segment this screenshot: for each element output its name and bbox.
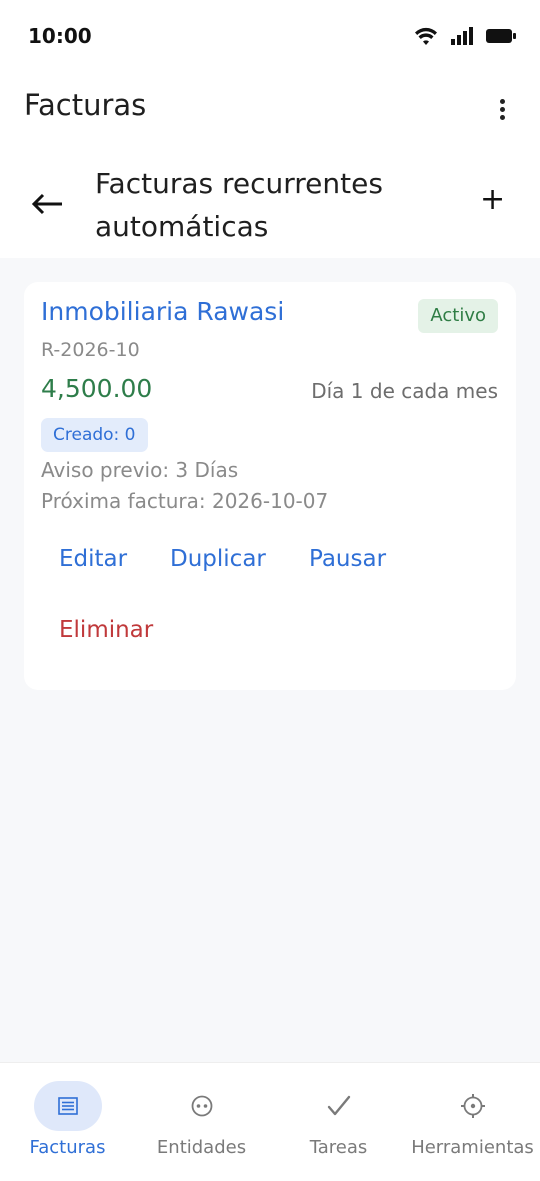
- notice-period: Aviso previo: 3 Días: [41, 458, 239, 482]
- duplicate-button[interactable]: Duplicar: [170, 546, 266, 572]
- nav-label: Herramientas: [411, 1137, 534, 1158]
- nav-label: Tareas: [309, 1137, 368, 1158]
- pause-button[interactable]: Pausar: [309, 546, 386, 572]
- section-title: Facturas recurrentes automáticas: [95, 167, 383, 243]
- list-icon: [57, 1097, 78, 1115]
- more-options-button[interactable]: [490, 96, 514, 124]
- nav-label: Entidades: [156, 1137, 247, 1158]
- page-title: Facturas: [24, 88, 147, 122]
- created-count-badge: Creado: 0: [41, 418, 148, 452]
- nav-item-tareas[interactable]: Tareas: [271, 1063, 406, 1181]
- gear-icon: [460, 1094, 485, 1118]
- invoice-frequency: Día 1 de cada mes: [311, 379, 498, 403]
- check-icon: [327, 1095, 350, 1116]
- nav-item-facturas[interactable]: Facturas: [0, 1063, 135, 1181]
- status-time: 10:00: [28, 24, 92, 48]
- bottom-nav: Facturas Entidades Tareas Herramientas: [0, 1062, 540, 1181]
- nav-item-entidades[interactable]: Entidades: [134, 1063, 269, 1181]
- wifi-icon: [415, 27, 437, 45]
- more-vert-icon: [499, 99, 505, 104]
- sub-header: Facturas recurrentes automáticas +: [0, 148, 540, 258]
- client-name[interactable]: Inmobiliaria Rawasi: [41, 297, 284, 326]
- next-invoice-date: Próxima factura: 2026-10-07: [41, 489, 329, 513]
- arrow-left-icon: [31, 193, 62, 215]
- delete-button[interactable]: Eliminar: [59, 617, 153, 643]
- nav-item-herramientas[interactable]: Herramientas: [405, 1063, 540, 1181]
- edit-button[interactable]: Editar: [59, 546, 127, 572]
- invoice-amount: 4,500.00: [41, 374, 153, 403]
- status-icons: [414, 26, 516, 46]
- invoice-code: R-2026-10: [41, 339, 140, 361]
- app-bar: Facturas: [0, 72, 540, 148]
- battery-icon: [486, 29, 516, 43]
- signal-icon: [451, 27, 473, 45]
- entity-icon: [191, 1095, 212, 1117]
- status-bar: 10:00: [0, 0, 540, 72]
- add-button[interactable]: +: [480, 185, 505, 215]
- recurring-invoice-card[interactable]: Inmobiliaria Rawasi Activo R-2026-10 4,5…: [24, 282, 516, 690]
- nav-label: Facturas: [29, 1137, 106, 1158]
- back-button[interactable]: [30, 192, 66, 216]
- status-badge: Activo: [418, 299, 498, 333]
